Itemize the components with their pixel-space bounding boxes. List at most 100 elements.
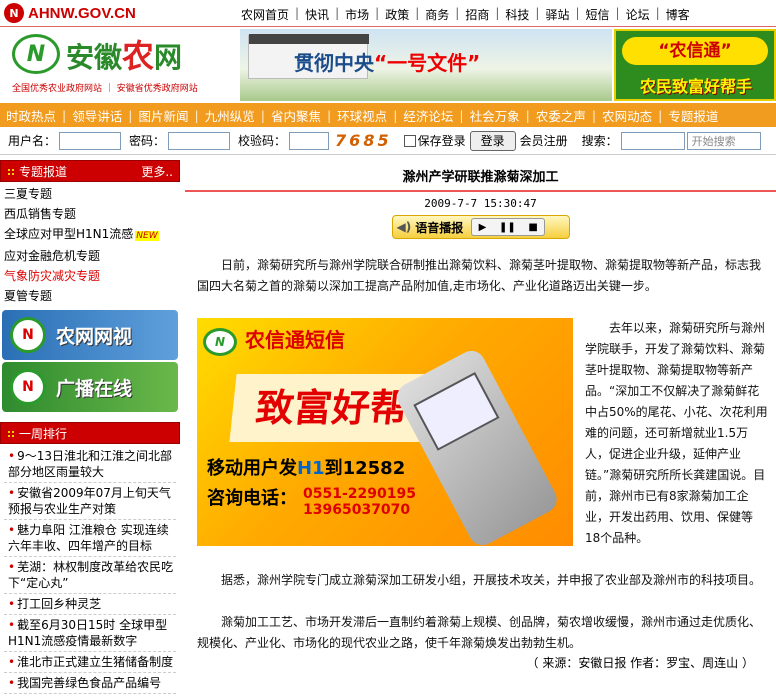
- username-label: 用户名：: [8, 134, 57, 148]
- search-label: 搜索：: [581, 134, 618, 148]
- password-input[interactable]: [168, 131, 231, 150]
- topics-list: 三夏专题 西瓜销售专题 全球应对甲型H1N1流感 NEW 应对金融危机专题 气象防灾减灾专…: [0, 182, 180, 308]
- tv-banner[interactable]: N 农网网视: [2, 310, 178, 360]
- top-nav-item[interactable]: 科技: [502, 6, 532, 23]
- rank-item[interactable]: 打工回乡种灵芝: [4, 594, 176, 615]
- nav-separator: |: [535, 6, 540, 20]
- ad-slogan: 农民致富好帮手: [639, 77, 752, 96]
- rank-item[interactable]: 芜湖：林权制度改革给农民吃下“定心丸”: [4, 557, 176, 594]
- top-nav-item[interactable]: 政策: [382, 6, 412, 23]
- banner-slogan: 贯彻中央“一号文件”: [294, 51, 481, 75]
- rank-item[interactable]: 淮北市正式建立生猪储备制度: [4, 652, 176, 673]
- topic-link[interactable]: 全球应对甲型H1N1流感 NEW: [4, 224, 176, 246]
- dots-icon: [7, 167, 15, 176]
- ad-title: “农信通”: [622, 37, 768, 65]
- top-nav-item[interactable]: 商务: [422, 6, 452, 23]
- category-nav: 时政热点 | 领导讲话 | 图片新闻 | 九州纵览 | 省内聚焦 | 环球视点 | 经济论坛 | 社会万象 |…: [0, 103, 776, 127]
- captcha-label: 校验码：: [238, 134, 287, 148]
- sms-ad[interactable]: N 农信通短信 致富好帮手 移动用户发H1到12582 咨询电话： 0551-2…: [197, 318, 573, 546]
- top-nav-item[interactable]: 快讯: [302, 6, 332, 23]
- topics-title: 专题报道: [19, 164, 68, 179]
- speaker-icon: ◀): [396, 220, 412, 234]
- tv-icon: N: [10, 317, 46, 353]
- captcha-image: 7685: [335, 131, 392, 150]
- category-nav-item[interactable]: 农委之声: [530, 106, 592, 125]
- article-source: （ 来源：安徽日报 作者：罗宝、周连山 ）: [526, 656, 754, 670]
- top-nav-item[interactable]: 市场: [342, 6, 372, 23]
- site-logo-small[interactable]: N AHNW.GOV.CN: [4, 3, 136, 23]
- login-button[interactable]: 登录: [469, 130, 516, 151]
- play-icon[interactable]: ▶: [479, 222, 487, 233]
- password-label: 密码：: [129, 134, 166, 148]
- top-nav-item[interactable]: 招商: [462, 6, 492, 23]
- sms-ad-line1: 移动用户发H1到12582: [207, 458, 406, 479]
- category-nav-item[interactable]: 时政热点: [0, 106, 62, 125]
- nav-separator: |: [615, 6, 620, 20]
- nav-separator: |: [655, 6, 660, 20]
- banner-yihao-wenjian[interactable]: 贯彻中央“一号文件”: [240, 29, 612, 101]
- rank-item[interactable]: 安徽省2009年07月上旬天气预报与农业生产对策: [4, 483, 176, 520]
- article-title: 滁州产学研联推滁菊深加工: [402, 169, 559, 185]
- login-bar: 用户名： 密码： 校验码： 7685 保存登录 登录 会员注册 搜索：: [0, 127, 776, 155]
- top-nav-item[interactable]: 驿站: [542, 6, 572, 23]
- nongxintong-ad[interactable]: “农信通” 农民致富好帮手: [614, 29, 776, 101]
- category-nav-item[interactable]: 社会万象: [464, 106, 526, 125]
- voice-label: 语音播报: [415, 220, 464, 235]
- category-nav-item[interactable]: 九州纵览: [199, 106, 261, 125]
- nav-separator: |: [260, 107, 265, 123]
- rank-item[interactable]: 魅力阜阳 江淮粮仓 实现连续六年丰收、四年增产的目标: [4, 520, 176, 557]
- voice-player: ◀) 语音播报 ▶ ❚❚ ■: [391, 215, 570, 239]
- register-link[interactable]: 会员注册: [520, 132, 568, 149]
- nav-separator: |: [455, 6, 460, 20]
- category-nav-item[interactable]: 专题报道: [662, 106, 724, 125]
- dots-icon: [7, 429, 15, 438]
- nav-separator: |: [658, 107, 663, 123]
- rank-item[interactable]: 9～13日淮北和江淮之间北部部分地区雨量较大: [4, 446, 176, 483]
- site-logo[interactable]: N 安徽农网 全国优秀农业政府网站 ｜ 安徽省优秀政府网站: [12, 31, 238, 99]
- rank-item[interactable]: 截至6月30日15时 全球甲型H1N1流感疫情最新数字: [4, 615, 176, 652]
- category-nav-item[interactable]: 经济论坛: [397, 106, 459, 125]
- nav-separator: |: [128, 107, 133, 123]
- main-content: 滁州产学研联推滁菊深加工 2009-7-7 15:30:47 ◀) 语音播报 ▶…: [185, 160, 776, 688]
- ahnw-logo-icon: N: [12, 34, 60, 74]
- topic-link[interactable]: 西瓜销售专题: [4, 204, 176, 224]
- top-nav-item[interactable]: 博客: [663, 6, 693, 23]
- nav-separator: |: [575, 6, 580, 20]
- top-nav-item[interactable]: 论坛: [623, 6, 653, 23]
- topic-link[interactable]: 应对金融危机专题: [4, 246, 176, 266]
- rank-item[interactable]: 我国完善绿色食品产品编号: [4, 673, 176, 694]
- nav-separator: |: [335, 6, 340, 20]
- captcha-input[interactable]: [289, 131, 330, 150]
- search-input[interactable]: [620, 131, 685, 150]
- article-header: 滁州产学研联推滁菊深加工: [185, 160, 776, 192]
- topic-link[interactable]: 三夏专题: [4, 184, 176, 204]
- search-button[interactable]: [686, 131, 761, 150]
- nav-separator: |: [295, 6, 300, 20]
- tv-banner-label: 农网网视: [56, 325, 133, 348]
- top-nav: 农网首页 | 快讯 | 市场 | 政策 | 商务 | 招商 | 科技 | 驿站 | 短信 | 论坛 | 博客: [238, 6, 693, 23]
- nav-separator: |: [525, 107, 530, 123]
- category-nav-item[interactable]: 农网动态: [596, 106, 658, 125]
- topic-link[interactable]: 气象防灾减灾专题: [4, 266, 176, 286]
- nxt-logo-icon: N: [203, 328, 237, 356]
- username-input[interactable]: [59, 131, 122, 150]
- category-nav-item[interactable]: 环球视点: [331, 106, 393, 125]
- stop-icon[interactable]: ■: [528, 222, 537, 233]
- category-nav-item[interactable]: 领导讲话: [66, 106, 128, 125]
- article-body: 日前，滁菊研究所与滁州学院联合研制推出滁菊饮料、滁菊茎叶提取物、滁菊提取物等新产…: [197, 255, 768, 654]
- site-subtitle: 全国优秀农业政府网站 ｜ 安徽省优秀政府网站: [12, 84, 198, 94]
- player-controls: ▶ ❚❚ ■: [471, 218, 546, 236]
- top-nav-item[interactable]: 农网首页: [238, 6, 292, 23]
- header: N 安徽农网 全国优秀农业政府网站 ｜ 安徽省优秀政府网站 贯彻中央“一号文件”…: [0, 27, 776, 103]
- remember-checkbox[interactable]: [403, 134, 416, 147]
- category-nav-item[interactable]: 省内聚焦: [265, 106, 327, 125]
- category-nav-item[interactable]: 图片新闻: [132, 106, 194, 125]
- topic-link[interactable]: 夏管专题: [4, 286, 176, 306]
- sidebar: 专题报道 更多.. 三夏专题 西瓜销售专题 全球应对甲型H1N1流感 NEW 应对金融危…: [0, 160, 180, 694]
- pause-icon[interactable]: ❚❚: [499, 222, 516, 233]
- top-nav-item[interactable]: 短信: [583, 6, 613, 23]
- radio-banner[interactable]: N 广播在线: [2, 362, 178, 412]
- radio-banner-label: 广播在线: [56, 377, 133, 400]
- topics-more-link[interactable]: 更多..: [141, 163, 173, 180]
- new-badge: NEW: [135, 231, 159, 241]
